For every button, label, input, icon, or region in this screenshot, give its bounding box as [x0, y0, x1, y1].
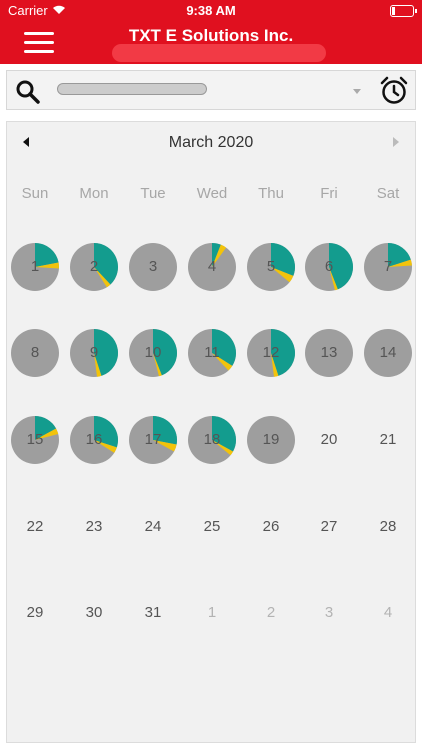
calendar-day[interactable]: 7 [363, 242, 413, 292]
day-number: 17 [144, 431, 162, 448]
day-number: 29 [26, 604, 44, 621]
calendar-day[interactable]: 25 [187, 502, 237, 552]
search-bar [6, 70, 416, 110]
calendar-day[interactable]: 2 [69, 242, 119, 292]
day-number: 26 [262, 518, 280, 535]
calendar-day[interactable]: 2 [246, 588, 296, 638]
alarm-clock-icon[interactable] [379, 76, 409, 111]
calendar-day[interactable]: 12 [246, 328, 296, 378]
day-number: 12 [262, 344, 280, 361]
day-number: 4 [207, 258, 217, 275]
calendar-day[interactable]: 11 [187, 328, 237, 378]
calendar-day[interactable]: 3 [304, 588, 354, 638]
calendar-day[interactable]: 10 [128, 328, 178, 378]
calendar-day[interactable]: 26 [246, 502, 296, 552]
calendar-day[interactable]: 31 [128, 588, 178, 638]
day-number: 25 [203, 518, 221, 535]
day-number: 31 [144, 604, 162, 621]
app-header: Carrier 9:38 AM TXT E Solutions Inc. [0, 0, 422, 64]
calendar-day[interactable]: 4 [187, 242, 237, 292]
calendar-day[interactable]: 8 [10, 328, 60, 378]
chevron-down-icon[interactable] [353, 89, 361, 94]
day-number: 27 [320, 518, 338, 535]
day-number: 3 [324, 604, 334, 621]
calendar-day[interactable]: 9 [69, 328, 119, 378]
calendar-day[interactable]: 19 [246, 415, 296, 465]
day-number: 11 [204, 344, 220, 361]
clock-time: 9:38 AM [186, 3, 236, 18]
redacted-subtitle [112, 44, 326, 62]
search-icon[interactable] [15, 79, 41, 110]
day-number: 24 [144, 518, 162, 535]
calendar-day[interactable]: 17 [128, 415, 178, 465]
day-number: 2 [266, 604, 276, 621]
day-number: 6 [324, 258, 334, 275]
search-input[interactable] [57, 83, 207, 95]
calendar-day[interactable]: 30 [69, 588, 119, 638]
day-number: 18 [203, 431, 221, 448]
day-number: 1 [207, 604, 217, 621]
calendar-day[interactable]: 22 [10, 502, 60, 552]
day-number: 1 [30, 258, 40, 275]
day-number: 10 [144, 344, 162, 361]
day-number: 23 [85, 518, 103, 535]
calendar-grid: 1 2 3 4 5 6 7 8 9 10 11 12 13 14 15 16 17 18 19 20 21 22 23 24 2… [7, 122, 415, 742]
day-number: 20 [320, 431, 338, 448]
calendar-day[interactable]: 21 [363, 415, 413, 465]
day-number: 4 [383, 604, 393, 621]
calendar-day[interactable]: 3 [128, 242, 178, 292]
day-number: 2 [89, 258, 99, 275]
day-number: 13 [320, 344, 338, 361]
calendar-day[interactable]: 1 [187, 588, 237, 638]
month-calendar: March 2020 Sun Mon Tue Wed Thu Fri Sat 1234567… [6, 121, 416, 743]
calendar-day[interactable]: 24 [128, 502, 178, 552]
calendar-day[interactable]: 16 [69, 415, 119, 465]
status-bar: Carrier 9:38 AM [0, 0, 422, 22]
calendar-day[interactable]: 13 [304, 328, 354, 378]
calendar-day[interactable]: 6 [304, 242, 354, 292]
battery-icon [390, 5, 417, 17]
day-number: 15 [26, 431, 44, 448]
calendar-day[interactable]: 29 [10, 588, 60, 638]
calendar-day[interactable]: 4 [363, 588, 413, 638]
day-number: 28 [379, 518, 397, 535]
calendar-day[interactable]: 15 [10, 415, 60, 465]
day-number: 9 [89, 344, 99, 361]
calendar-day[interactable]: 28 [363, 502, 413, 552]
calendar-day[interactable]: 20 [304, 415, 354, 465]
calendar-day[interactable]: 1 [10, 242, 60, 292]
day-number: 5 [266, 258, 276, 275]
day-number: 14 [379, 344, 397, 361]
calendar-day[interactable]: 27 [304, 502, 354, 552]
calendar-day[interactable]: 18 [187, 415, 237, 465]
calendar-day[interactable]: 5 [246, 242, 296, 292]
calendar-day[interactable]: 14 [363, 328, 413, 378]
day-number: 21 [379, 431, 397, 448]
day-number: 8 [30, 344, 40, 361]
day-number: 3 [148, 258, 158, 275]
day-number: 7 [383, 258, 393, 275]
page-title: TXT E Solutions Inc. [128, 26, 294, 45]
day-number: 19 [262, 431, 280, 448]
calendar-day[interactable]: 23 [69, 502, 119, 552]
day-number: 22 [26, 518, 44, 535]
day-number: 30 [85, 604, 103, 621]
day-number: 16 [85, 431, 103, 448]
